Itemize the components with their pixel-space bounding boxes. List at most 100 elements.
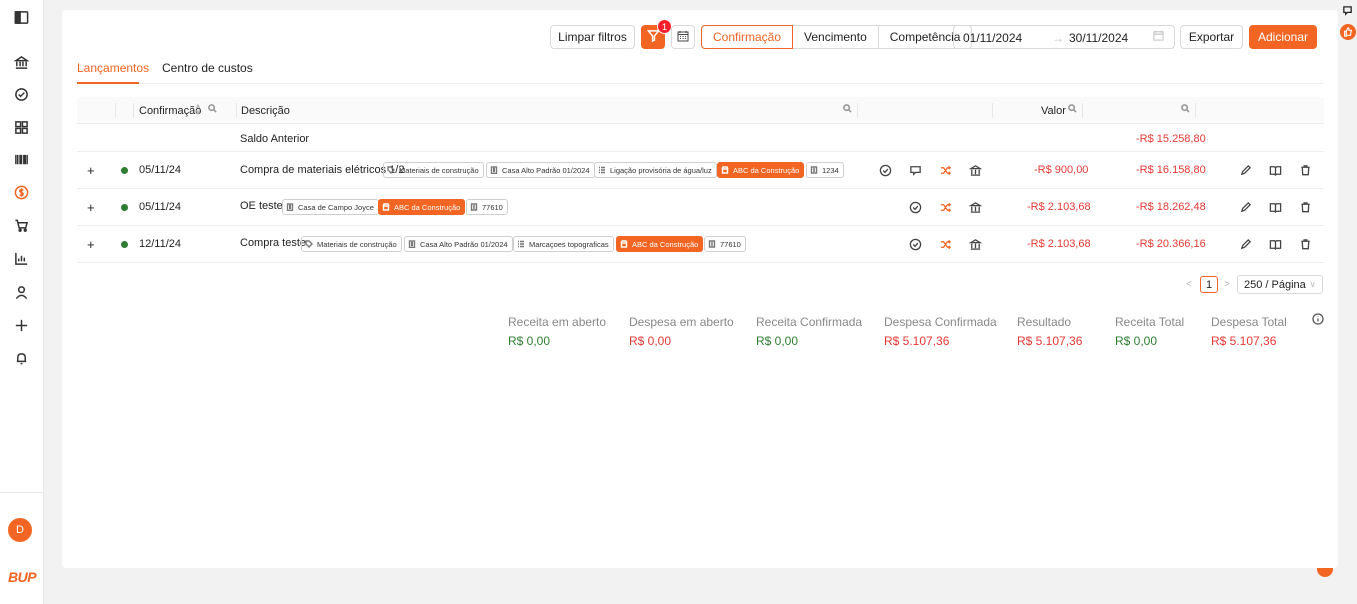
table-row[interactable]: + 12/11/24 Compra teste Materiais de con… <box>77 226 1324 263</box>
range-arrow-icon: → <box>1052 31 1064 45</box>
tag-category[interactable]: Materiais de construção <box>301 236 402 252</box>
barcode-icon[interactable] <box>11 149 31 169</box>
sort-icon[interactable]: ▲ ▼ <box>194 102 202 117</box>
tag-project[interactable]: Casa Alto Padrão 01/2024 <box>486 162 595 178</box>
row-value: -R$ 2.103,68 <box>1027 238 1091 250</box>
grid-icon[interactable] <box>11 117 31 137</box>
tag-document[interactable]: 1234 <box>806 162 844 178</box>
sidebar-toggle-icon[interactable] <box>11 7 31 27</box>
cart-icon[interactable] <box>11 215 31 235</box>
confirm-check-icon[interactable] <box>879 164 892 177</box>
summary-label: Receita Total <box>1115 315 1185 329</box>
calendar-button[interactable] <box>671 25 695 49</box>
row-date: 12/11/24 <box>139 238 182 250</box>
filter-icon <box>646 29 660 45</box>
list-icon <box>517 240 525 248</box>
edit-icon[interactable] <box>1239 238 1252 251</box>
bank-icon[interactable] <box>11 52 31 72</box>
book-icon[interactable] <box>1269 238 1282 251</box>
brand-logo: BUP <box>8 569 37 585</box>
search-icon[interactable] <box>1068 104 1077 113</box>
shuffle-icon[interactable] <box>939 164 952 177</box>
expand-row-button[interactable]: + <box>87 163 95 178</box>
export-button[interactable]: Exportar <box>1180 25 1243 49</box>
comment-icon[interactable] <box>909 164 922 177</box>
row-date: 05/11/24 <box>139 164 182 176</box>
book-icon[interactable] <box>1269 164 1282 177</box>
shuffle-icon[interactable] <box>939 201 952 214</box>
page-number[interactable]: 1 <box>1200 276 1218 293</box>
building-icon <box>490 166 498 174</box>
bank-icon[interactable] <box>969 164 982 177</box>
dollar-icon[interactable] <box>11 182 31 202</box>
saldo-label: Saldo Anterior <box>240 133 310 145</box>
date-to[interactable]: 30/11/2024 <box>1069 31 1128 45</box>
confirm-check-icon[interactable] <box>909 201 922 214</box>
building-icon <box>408 240 416 248</box>
info-icon[interactable] <box>1312 313 1324 325</box>
table-row-saldo-anterior: Saldo Anterior -R$ 15.258,80 <box>77 124 1324 152</box>
bank-icon[interactable] <box>969 201 982 214</box>
trash-icon[interactable] <box>1299 238 1312 251</box>
date-from[interactable]: 01/11/2024 <box>963 31 1022 45</box>
row-value: -R$ 900,00 <box>1034 164 1089 176</box>
prev-page-button[interactable]: < <box>1186 279 1192 290</box>
tag-document[interactable]: 77610 <box>466 199 508 215</box>
table-row[interactable]: + 05/11/24 OE teste Casa de Campo Joyce … <box>77 189 1324 226</box>
row-description: OE teste <box>240 200 283 212</box>
bank-icon[interactable] <box>969 238 982 251</box>
summary-value: R$ 5.107,36 <box>1017 334 1083 348</box>
tag-project[interactable]: Casa Alto Padrão 01/2024 <box>404 236 513 252</box>
tag-project[interactable]: Casa de Campo Joyce <box>282 199 379 215</box>
store-icon <box>620 240 628 248</box>
tag-stage[interactable]: Marcaçoes topograficas <box>513 236 614 252</box>
tag-document[interactable]: 77610 <box>704 236 746 252</box>
tag-supplier[interactable]: ABC da Construção <box>616 236 704 252</box>
shuffle-icon[interactable] <box>939 238 952 251</box>
range-calendar-icon <box>1153 30 1164 44</box>
tag-icon <box>305 240 313 248</box>
check-circle-icon[interactable] <box>11 84 31 104</box>
user-icon[interactable] <box>11 282 31 302</box>
edit-icon[interactable] <box>1239 201 1252 214</box>
header-confirmacao[interactable]: Confirmação <box>139 105 201 117</box>
expand-row-button[interactable]: + <box>87 237 95 252</box>
confirm-check-icon[interactable] <box>909 238 922 251</box>
doc-icon <box>708 240 716 248</box>
bar-chart-icon[interactable] <box>11 248 31 268</box>
row-balance: -R$ 18.262,48 <box>1136 201 1206 213</box>
tab-centro-de-custos[interactable]: Centro de custos <box>162 61 253 75</box>
row-balance: -R$ 16.158,80 <box>1136 164 1206 176</box>
search-icon[interactable] <box>1181 104 1190 113</box>
next-page-button[interactable]: > <box>1224 279 1230 290</box>
bell-icon[interactable] <box>11 348 31 368</box>
clear-filters-button[interactable]: Limpar filtros <box>550 25 635 49</box>
tag-supplier[interactable]: ABC da Construção <box>378 199 466 215</box>
feedback-icon[interactable] <box>1342 5 1353 19</box>
tag-category[interactable]: Materiais de construção <box>383 162 484 178</box>
table-row[interactable]: + 05/11/24 Compra de materiais elétricos… <box>77 152 1324 189</box>
thumbs-up-icon[interactable] <box>1340 24 1356 40</box>
date-mode-vencimento[interactable]: Vencimento <box>792 25 879 49</box>
filter-button[interactable]: 1 <box>641 19 672 49</box>
expand-row-button[interactable]: + <box>87 200 95 215</box>
header-valor: Valor <box>1041 105 1066 117</box>
trash-icon[interactable] <box>1299 201 1312 214</box>
page-size-select[interactable]: 250 / Página ∨ <box>1237 275 1323 294</box>
tag-stage[interactable]: Ligação provisória de água/luz <box>594 162 717 178</box>
date-mode-confirmacao[interactable]: Confirmação <box>701 25 794 49</box>
header-descricao: Descrição <box>241 105 290 117</box>
date-range-picker[interactable]: 01/11/2024 → 30/11/2024 <box>953 25 1175 49</box>
trash-icon[interactable] <box>1299 164 1312 177</box>
edit-icon[interactable] <box>1239 164 1252 177</box>
summary-label: Despesa em aberto <box>629 315 734 329</box>
summary-value: R$ 0,00 <box>1115 334 1158 348</box>
plus-icon[interactable] <box>11 315 31 335</box>
tag-supplier[interactable]: ABC da Construção <box>717 162 805 178</box>
search-icon[interactable] <box>208 104 217 113</box>
search-icon[interactable] <box>843 104 852 113</box>
tab-lancamentos[interactable]: Lançamentos <box>77 61 149 75</box>
book-icon[interactable] <box>1269 201 1282 214</box>
avatar[interactable]: D <box>8 518 32 542</box>
add-button[interactable]: Adicionar <box>1249 25 1317 49</box>
